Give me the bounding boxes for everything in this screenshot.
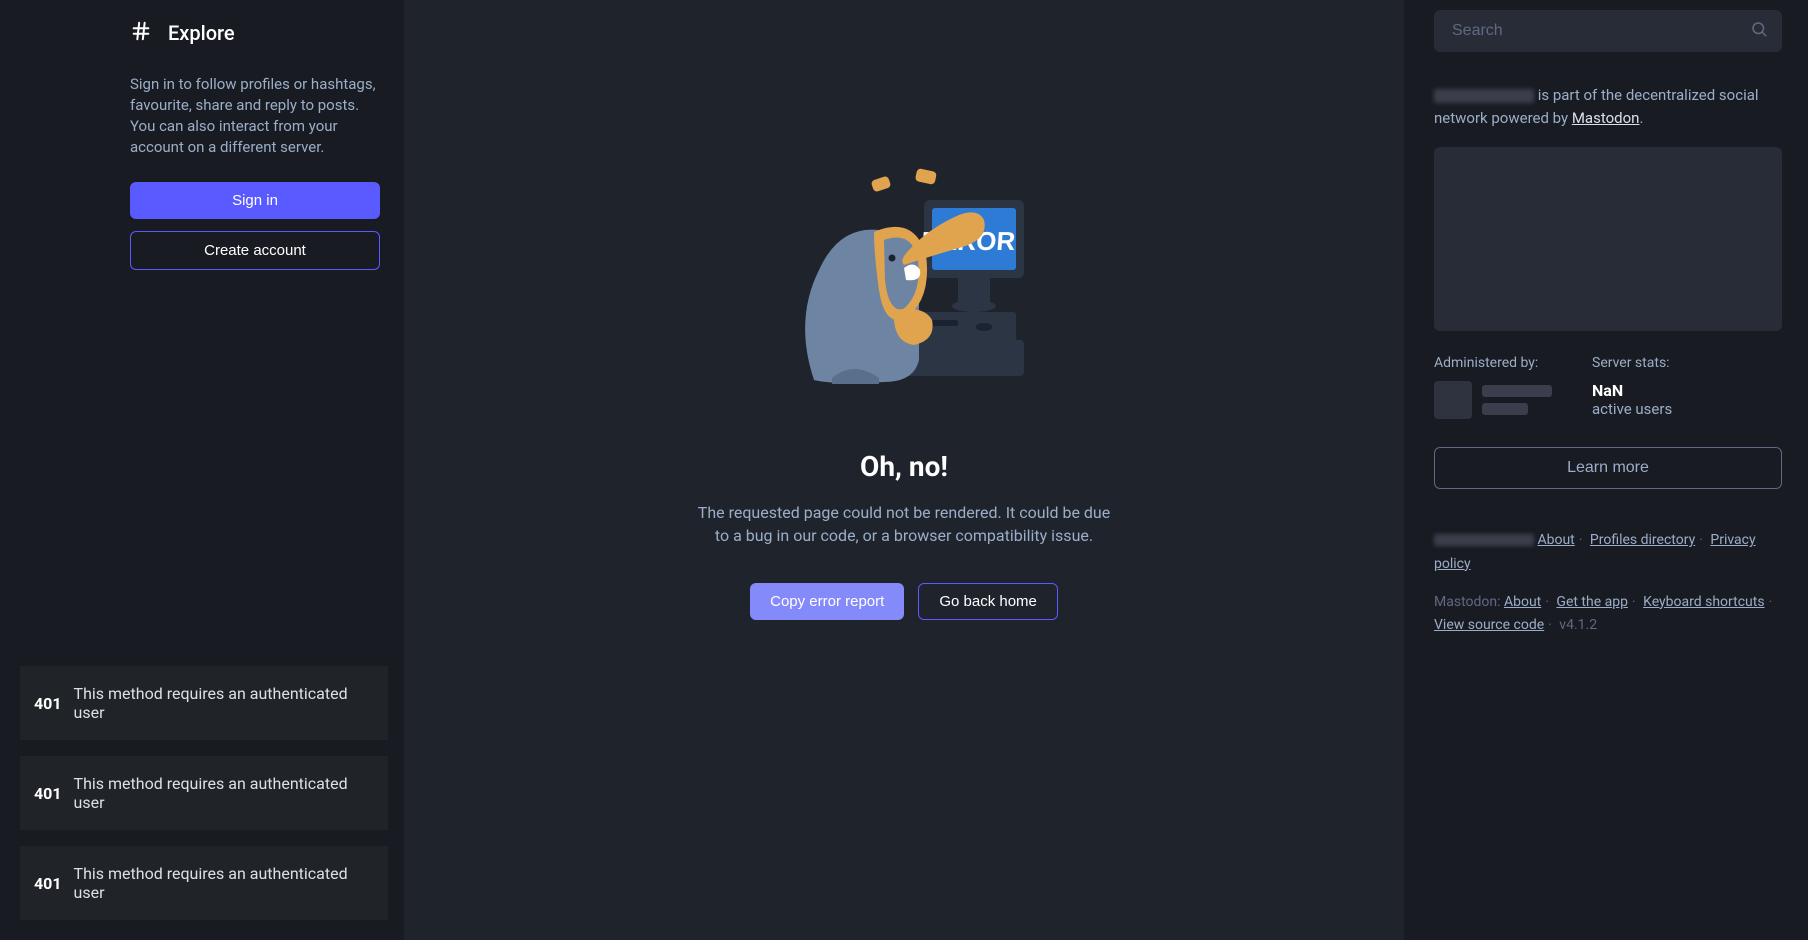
learn-more-button[interactable]: Learn more [1434, 447, 1782, 489]
error-description: The requested page could not be rendered… [694, 501, 1114, 547]
admin-account-link[interactable] [1434, 381, 1552, 419]
redacted-server-name-footer [1434, 534, 1534, 546]
hashtag-icon [130, 20, 152, 46]
copy-error-report-button[interactable]: Copy error report [750, 583, 904, 620]
left-sidebar: Explore Sign in to follow profiles or ha… [0, 0, 400, 940]
go-back-home-button[interactable]: Go back home [918, 583, 1058, 620]
main-content: ERROR [404, 0, 1404, 940]
signin-button[interactable]: Sign in [130, 182, 380, 219]
footer-about-link[interactable]: About [1537, 532, 1574, 548]
toast-code: 401 [34, 874, 62, 893]
active-users-count: NaN [1592, 381, 1672, 400]
toast-code: 401 [34, 784, 62, 803]
active-users-label: active users [1592, 400, 1672, 418]
toast-item: 401 This method requires an authenticate… [20, 846, 388, 920]
toast-message: This method requires an authenticated us… [74, 864, 374, 902]
admin-label: Administered by: [1434, 355, 1552, 371]
server-hero-image [1434, 147, 1782, 331]
page-header: Explore [130, 20, 380, 46]
toast-code: 401 [34, 694, 62, 713]
toast-message: This method requires an authenticated us… [74, 684, 374, 722]
footer-mastodon-links: Mastodon: About· Get the app· Keyboard s… [1434, 591, 1782, 639]
toast-stack: 401 This method requires an authenticate… [20, 666, 388, 920]
error-title: Oh, no! [860, 450, 948, 483]
version-text: v4.1.2 [1559, 617, 1597, 633]
footer-shortcuts-link[interactable]: Keyboard shortcuts [1643, 594, 1764, 610]
signin-prompt-text: Sign in to follow profiles or hashtags, … [130, 74, 380, 158]
error-illustration: ERROR [764, 160, 1044, 390]
toast-item: 401 This method requires an authenticate… [20, 756, 388, 830]
server-stats-label: Server stats: [1592, 355, 1672, 371]
redacted-server-name [1434, 89, 1534, 103]
admin-display-name-placeholder [1482, 385, 1552, 397]
search-icon [1750, 20, 1768, 42]
footer-source-link[interactable]: View source code [1434, 617, 1544, 633]
footer-server-links: About· Profiles directory· Privacy polic… [1434, 529, 1782, 577]
page-title: Explore [168, 21, 235, 45]
toast-message: This method requires an authenticated us… [74, 774, 374, 812]
search-input[interactable] [1434, 10, 1782, 52]
search-container [1434, 10, 1782, 52]
avatar [1434, 381, 1472, 419]
toast-item: 401 This method requires an authenticate… [20, 666, 388, 740]
about-server-text: is part of the decentralized social netw… [1434, 84, 1782, 129]
footer-get-app-link[interactable]: Get the app [1556, 594, 1628, 610]
footer-mastodon-about-link[interactable]: About [1504, 594, 1541, 610]
right-sidebar: is part of the decentralized social netw… [1408, 0, 1808, 940]
footer-profiles-link[interactable]: Profiles directory [1590, 532, 1695, 548]
create-account-button[interactable]: Create account [130, 231, 380, 270]
mastodon-link[interactable]: Mastodon [1572, 109, 1640, 127]
admin-handle-placeholder [1482, 403, 1528, 415]
